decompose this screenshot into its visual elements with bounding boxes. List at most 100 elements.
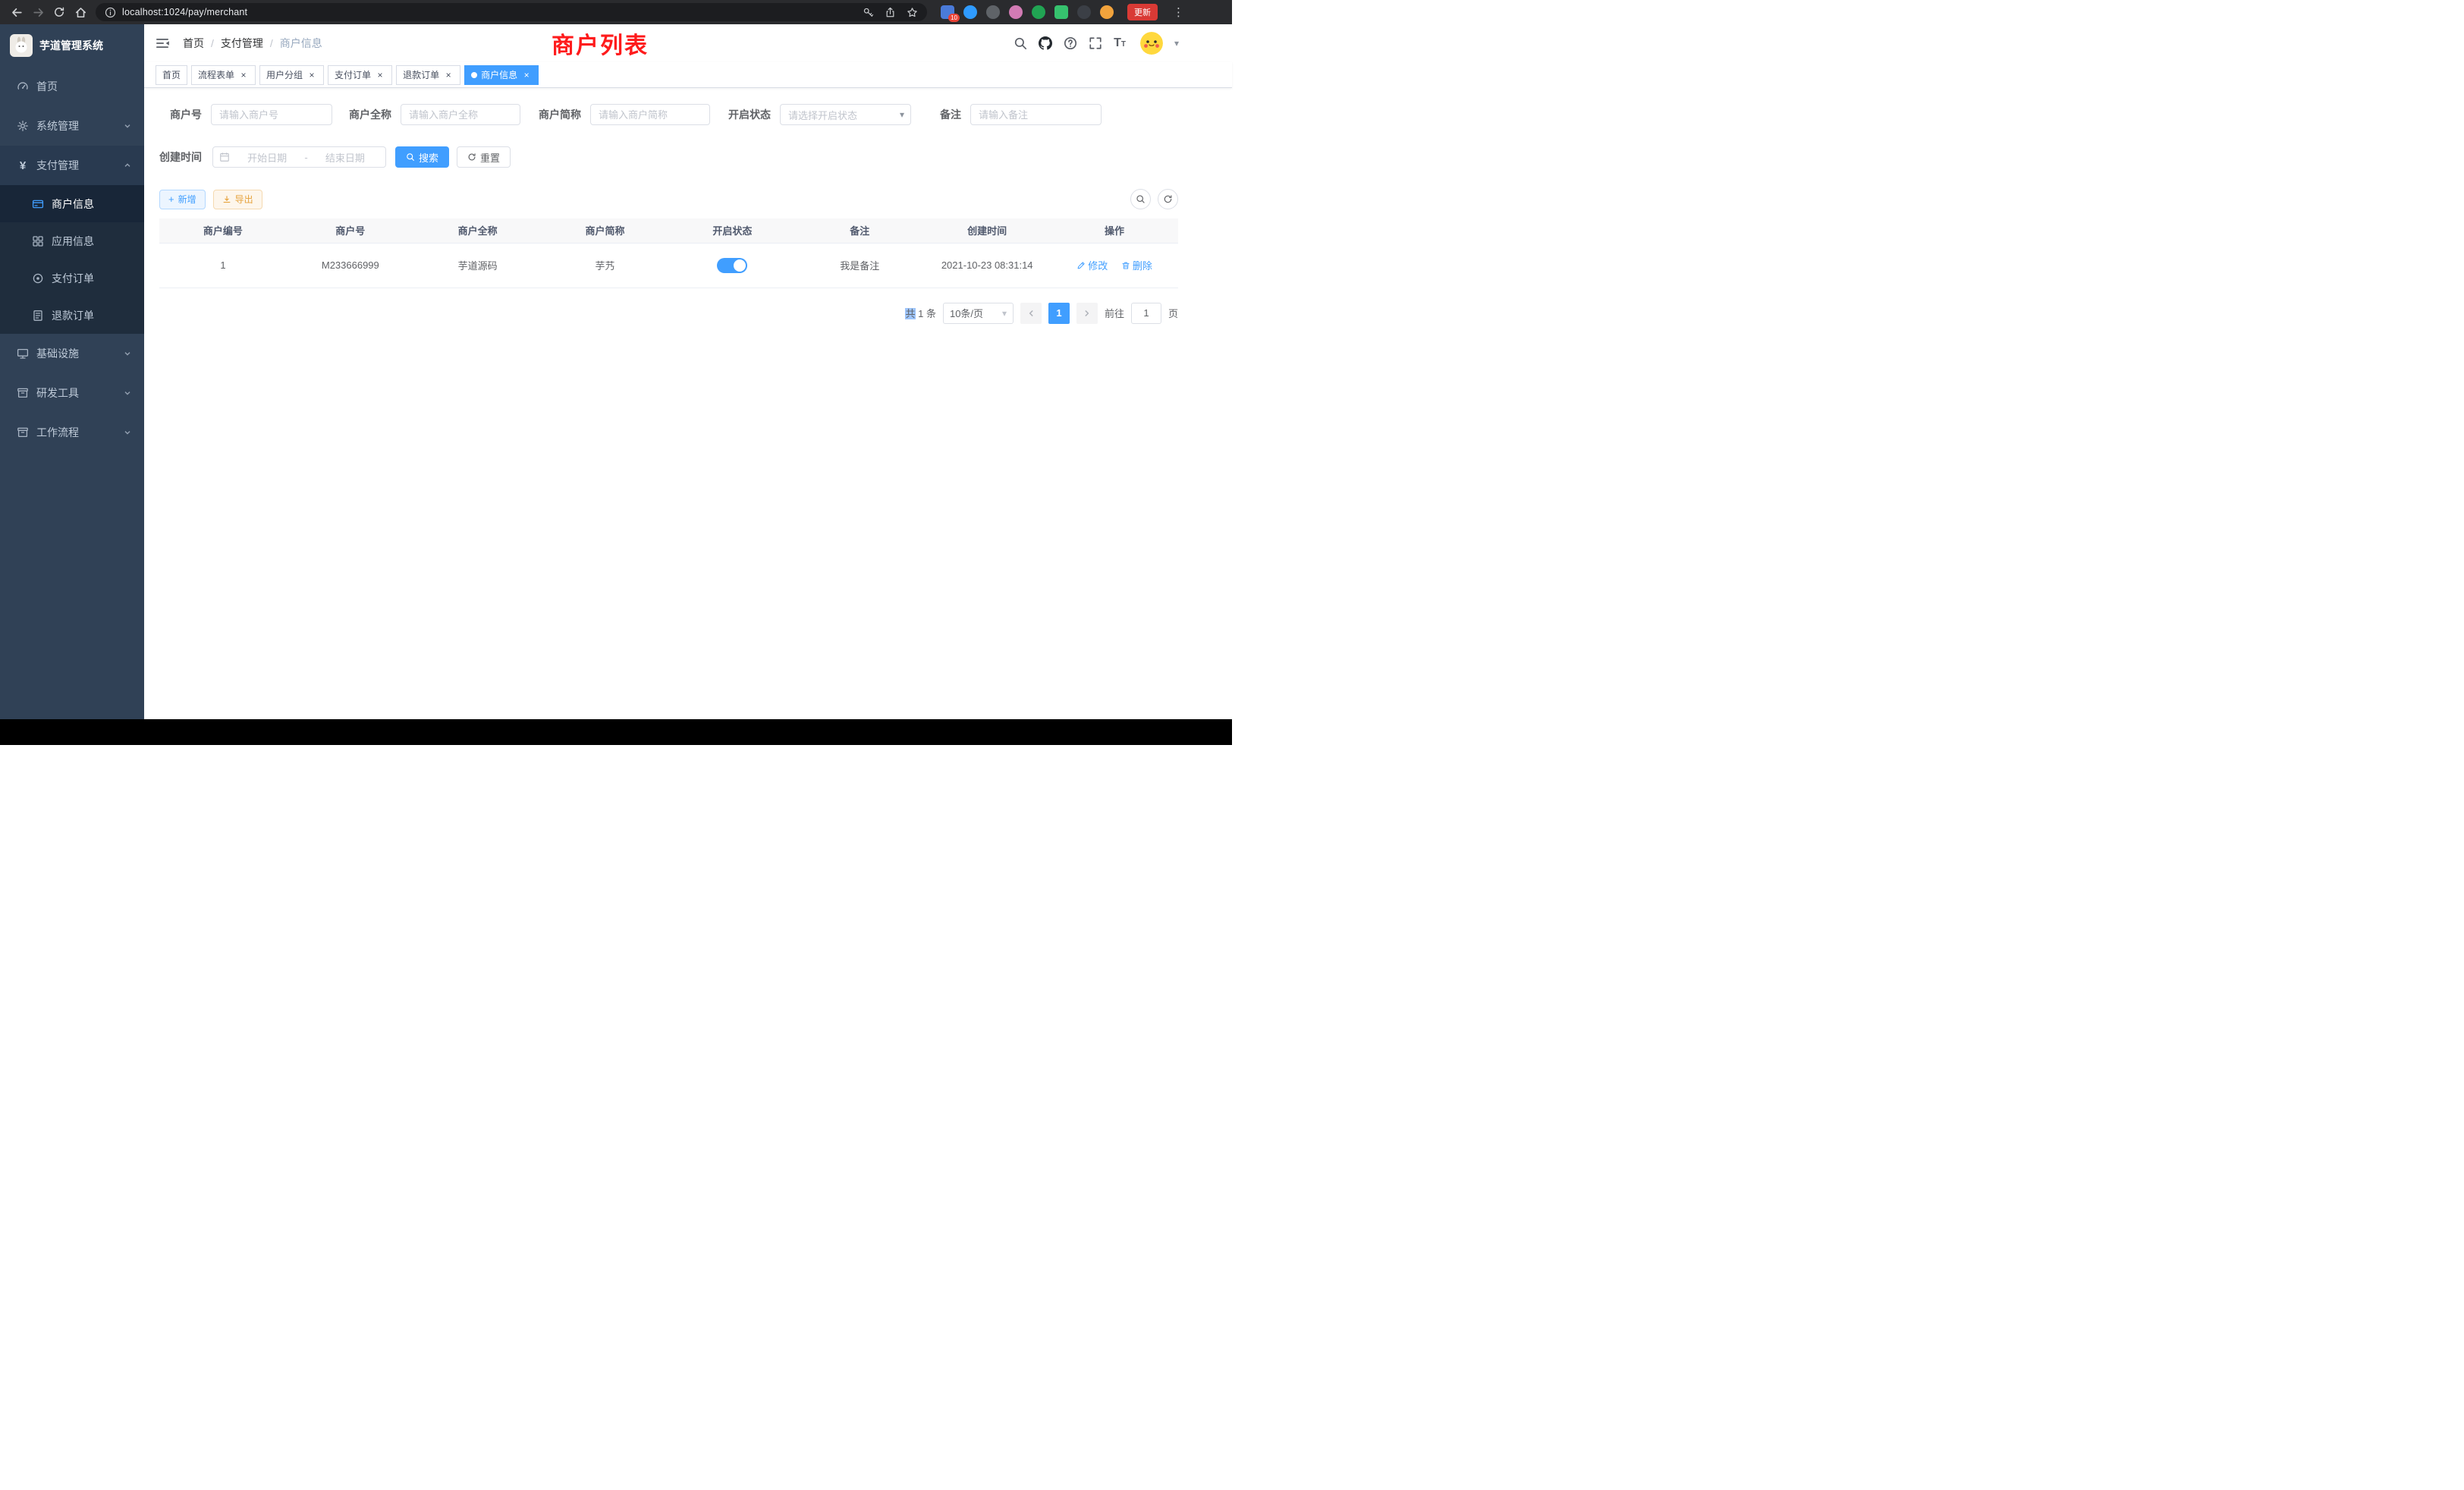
- fullscreen-icon[interactable]: [1089, 36, 1102, 50]
- font-size-icon[interactable]: TT: [1114, 37, 1126, 49]
- chevron-up-icon: [123, 161, 132, 170]
- cell-create-time: 2021-10-23 08:31:14: [923, 243, 1051, 288]
- delete-link[interactable]: 删除: [1121, 258, 1152, 272]
- date-start-placeholder[interactable]: 开始日期: [233, 150, 301, 165]
- site-info-icon[interactable]: [105, 7, 116, 18]
- bookmark-star-icon[interactable]: [907, 7, 918, 18]
- address-bar[interactable]: localhost:1024/pay/merchant: [96, 3, 927, 21]
- extension-icon[interactable]: [1100, 5, 1114, 19]
- sidebar-item-label: 系统管理: [36, 118, 79, 134]
- sidebar-item-label: 支付管理: [36, 158, 79, 173]
- close-icon[interactable]: ×: [521, 70, 532, 80]
- table-row: 1 M233666999 芋道源码 芋艿 我是备注 2021-10-23 08:…: [159, 243, 1178, 288]
- reset-button[interactable]: 重置: [457, 146, 511, 168]
- merchant-table: 商户编号 商户号 商户全称 商户简称 开启状态 备注 创建时间 操作 1 M23…: [159, 218, 1178, 288]
- user-avatar[interactable]: [1140, 32, 1163, 55]
- column-header: 备注: [796, 218, 923, 243]
- merchant-fullname-input[interactable]: [401, 104, 520, 125]
- app-title: 芋道管理系统: [39, 38, 103, 53]
- current-page-button[interactable]: 1: [1048, 303, 1070, 324]
- status-select[interactable]: 请选择开启状态 ▾: [780, 104, 911, 125]
- close-icon[interactable]: ×: [443, 70, 454, 80]
- search-form-row-2: 创建时间 开始日期 - 结束日期 搜索 重置: [159, 146, 1232, 168]
- browser-menu-icon[interactable]: ⋮: [1173, 5, 1184, 19]
- create-time-range-picker[interactable]: 开始日期 - 结束日期: [212, 146, 386, 168]
- help-icon[interactable]: [1064, 36, 1077, 50]
- extension-icon[interactable]: [1077, 5, 1091, 19]
- column-header: 商户全称: [414, 218, 542, 243]
- table-toolbar: + 新增 导出: [159, 189, 1178, 209]
- sidebar-subitem-merchant-info[interactable]: 商户信息: [0, 185, 144, 222]
- refresh-button[interactable]: [1158, 189, 1178, 209]
- sidebar-subitem-label: 商户信息: [52, 196, 94, 212]
- share-icon[interactable]: [885, 7, 896, 18]
- tab-label: 商户信息: [481, 68, 517, 81]
- extension-icon[interactable]: 10: [941, 5, 954, 19]
- tab-merchant-info[interactable]: 商户信息 ×: [464, 65, 539, 85]
- tab-refund-order[interactable]: 退款订单 ×: [396, 65, 460, 85]
- merchant-shortname-input[interactable]: [590, 104, 710, 125]
- breadcrumb-item[interactable]: 首页: [183, 36, 204, 51]
- update-button[interactable]: 更新: [1127, 4, 1158, 20]
- sidebar-subitem-refund-order[interactable]: 退款订单: [0, 297, 144, 334]
- sidebar-subitem-label: 支付订单: [52, 271, 94, 286]
- tab-pay-order[interactable]: 支付订单 ×: [328, 65, 392, 85]
- extension-icon[interactable]: [1009, 5, 1023, 19]
- add-button[interactable]: + 新增: [159, 190, 206, 209]
- select-placeholder: 请选择开启状态: [788, 108, 857, 122]
- user-menu-caret-icon[interactable]: ▾: [1174, 38, 1179, 49]
- sidebar-subitem-pay-order[interactable]: 支付订单: [0, 259, 144, 297]
- payment-submenu: 商户信息 应用信息 支付订单 退款订单: [0, 185, 144, 334]
- column-header: 商户号: [287, 218, 414, 243]
- extension-icon[interactable]: [1032, 5, 1045, 19]
- status-toggle[interactable]: [717, 258, 747, 273]
- back-button[interactable]: [6, 2, 27, 23]
- sidebar-item-infrastructure[interactable]: 基础设施: [0, 334, 144, 373]
- sidebar-toggle-icon[interactable]: [155, 36, 170, 51]
- app-logo-row[interactable]: 芋道管理系统: [0, 24, 144, 67]
- prev-page-button[interactable]: [1020, 303, 1042, 324]
- export-button[interactable]: 导出: [213, 190, 262, 209]
- search-button[interactable]: 搜索: [395, 146, 449, 168]
- sidebar-item-system[interactable]: 系统管理: [0, 106, 144, 146]
- table-header-row: 商户编号 商户号 商户全称 商户简称 开启状态 备注 创建时间 操作: [159, 218, 1178, 243]
- extension-icon[interactable]: [1054, 5, 1068, 19]
- url-text[interactable]: localhost:1024/pay/merchant: [122, 7, 247, 17]
- date-end-placeholder[interactable]: 结束日期: [311, 150, 379, 165]
- password-key-icon[interactable]: [863, 7, 874, 18]
- page-size-select[interactable]: 10条/页 ▾: [943, 303, 1014, 324]
- gear-icon: [17, 120, 29, 132]
- box-icon: [17, 387, 29, 399]
- edit-link[interactable]: 修改: [1076, 258, 1108, 272]
- tab-home[interactable]: 首页: [156, 65, 187, 85]
- breadcrumb-item[interactable]: 支付管理: [221, 36, 263, 51]
- next-page-button[interactable]: [1076, 303, 1098, 324]
- extension-icon[interactable]: [963, 5, 977, 19]
- extension-icon[interactable]: [986, 5, 1000, 19]
- merchant-no-input[interactable]: [211, 104, 332, 125]
- toggle-search-button[interactable]: [1130, 189, 1151, 209]
- close-icon[interactable]: ×: [306, 70, 317, 80]
- sidebar-item-workflow[interactable]: 工作流程: [0, 413, 144, 452]
- tab-label: 用户分组: [266, 68, 303, 81]
- tab-user-group[interactable]: 用户分组 ×: [259, 65, 324, 85]
- cell-short-name: 芋艿: [542, 243, 669, 288]
- sidebar-subitem-app-info[interactable]: 应用信息: [0, 222, 144, 259]
- chevron-down-icon: [123, 428, 132, 437]
- github-icon[interactable]: [1039, 36, 1052, 50]
- tab-process-form[interactable]: 流程表单 ×: [191, 65, 256, 85]
- sidebar-item-devtools[interactable]: 研发工具: [0, 373, 144, 413]
- home-button[interactable]: [70, 2, 91, 23]
- sidebar-item-payment[interactable]: ¥ 支付管理: [0, 146, 144, 185]
- goto-page-input[interactable]: [1131, 303, 1161, 324]
- close-icon[interactable]: ×: [375, 70, 385, 80]
- search-button-label: 搜索: [419, 150, 438, 165]
- remark-input[interactable]: [970, 104, 1102, 125]
- search-icon[interactable]: [1014, 36, 1027, 50]
- sidebar-item-home[interactable]: 首页: [0, 67, 144, 106]
- close-icon[interactable]: ×: [238, 70, 249, 80]
- forward-button[interactable]: [27, 2, 49, 23]
- reload-button[interactable]: [49, 2, 70, 23]
- browser-toolbar: localhost:1024/pay/merchant 10 更新 ⋮: [0, 0, 1232, 24]
- plus-icon: +: [168, 194, 174, 204]
